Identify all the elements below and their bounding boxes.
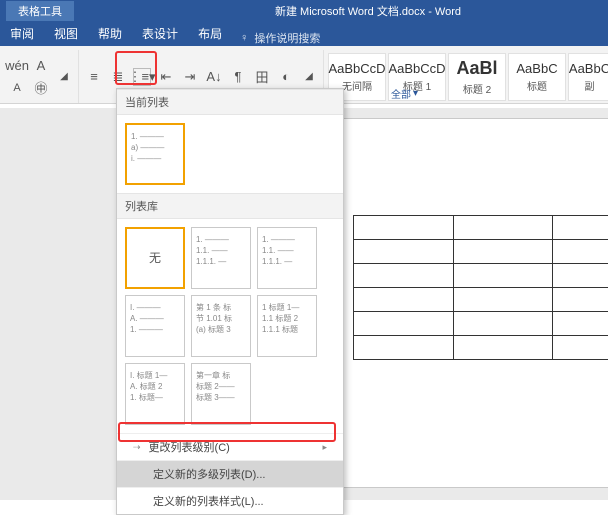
- bullets-icon[interactable]: ≡: [85, 68, 103, 86]
- section-current-list: 当前列表: [117, 89, 343, 115]
- show-marks-icon[interactable]: ¶: [229, 68, 247, 86]
- section-list-library: 列表库: [117, 193, 343, 219]
- increase-indent-icon[interactable]: ⇥: [181, 68, 199, 86]
- document-page: [300, 118, 608, 488]
- shading-icon[interactable]: ◐: [277, 68, 295, 86]
- decrease-indent-icon[interactable]: ⇤: [157, 68, 175, 86]
- tab-review[interactable]: 审阅: [0, 21, 44, 46]
- menu-change-level[interactable]: ⇢ 更改列表级别(C) ▸: [117, 433, 343, 460]
- multilevel-list-dropdown: 当前列表 1. ——— a) ——— i. ——— 列表库 无 1. ——— 1…: [116, 88, 344, 515]
- tab-table-design[interactable]: 表设计: [132, 21, 188, 46]
- context-tab-label: 表格工具: [6, 1, 74, 21]
- menu-define-new-multilevel[interactable]: 定义新的多级列表(D)...: [117, 460, 343, 487]
- borders-icon[interactable]: 田: [253, 68, 271, 86]
- thumb-lib-2[interactable]: 1. ——— 1.1. —— 1.1.1. —: [257, 227, 317, 289]
- thumb-lib-1[interactable]: 1. ——— 1.1. —— 1.1.1. —: [191, 227, 251, 289]
- tell-me[interactable]: ♀ 操作说明搜索: [232, 30, 328, 46]
- style-title[interactable]: AaBbC 标题: [508, 53, 566, 101]
- tab-layout[interactable]: 布局: [188, 21, 232, 46]
- tab-view[interactable]: 视图: [44, 21, 88, 46]
- sort-icon[interactable]: A↓: [205, 68, 223, 86]
- chevron-down-icon: ▾: [413, 88, 418, 99]
- lightbulb-icon: ♀: [240, 32, 248, 44]
- paragraph-expand-icon[interactable]: ◢: [301, 71, 317, 82]
- tab-help[interactable]: 帮助: [88, 21, 132, 46]
- character-border-icon[interactable]: A: [8, 79, 26, 97]
- thumb-lib-6[interactable]: I. 标题 1— A. 标题 2 1. 标题—: [125, 363, 185, 425]
- font-expand-icon[interactable]: ◢: [56, 71, 72, 82]
- numbering-icon[interactable]: ≣: [109, 68, 127, 86]
- ribbon-tabs: 审阅 视图 帮助 表设计 布局 ♀ 操作说明搜索: [0, 22, 608, 46]
- menu-define-new-style[interactable]: 定义新的列表样式(L)...: [117, 487, 343, 514]
- multilevel-list-icon[interactable]: ⋮≡▾: [133, 68, 151, 86]
- font-effects-icon[interactable]: A: [32, 57, 50, 75]
- enclose-char-icon[interactable]: ㊥: [32, 79, 50, 97]
- document-table[interactable]: [353, 215, 608, 360]
- thumb-lib-5[interactable]: 1 标题 1— 1.1 标题 2 1.1.1 标题: [257, 295, 317, 357]
- styles-filter[interactable]: 全部▾: [391, 86, 418, 101]
- style-heading2[interactable]: AaBl 标题 2: [448, 53, 506, 101]
- style-subtitle[interactable]: AaBbC 副: [568, 53, 608, 101]
- thumb-lib-3[interactable]: I. ——— A. ——— 1. ———: [125, 295, 185, 357]
- phonetic-icon[interactable]: wén: [8, 57, 26, 75]
- indent-icon: ⇢: [133, 442, 141, 453]
- thumb-current[interactable]: 1. ——— a) ——— i. ———: [125, 123, 185, 185]
- thumb-none[interactable]: 无: [125, 227, 185, 289]
- thumb-lib-4[interactable]: 第 1 条 标 节 1.01 标 (a) 标题 3: [191, 295, 251, 357]
- styles-gallery: AaBbCcD 无间隔 AaBbCcD 标题 1 AaBl 标题 2 AaBbC…: [328, 53, 608, 101]
- chevron-right-icon: ▸: [322, 442, 327, 453]
- document-title: 新建 Microsoft Word 文档.docx - Word: [134, 3, 602, 19]
- thumb-lib-7[interactable]: 第一章 标 标题 2—— 标题 3——: [191, 363, 251, 425]
